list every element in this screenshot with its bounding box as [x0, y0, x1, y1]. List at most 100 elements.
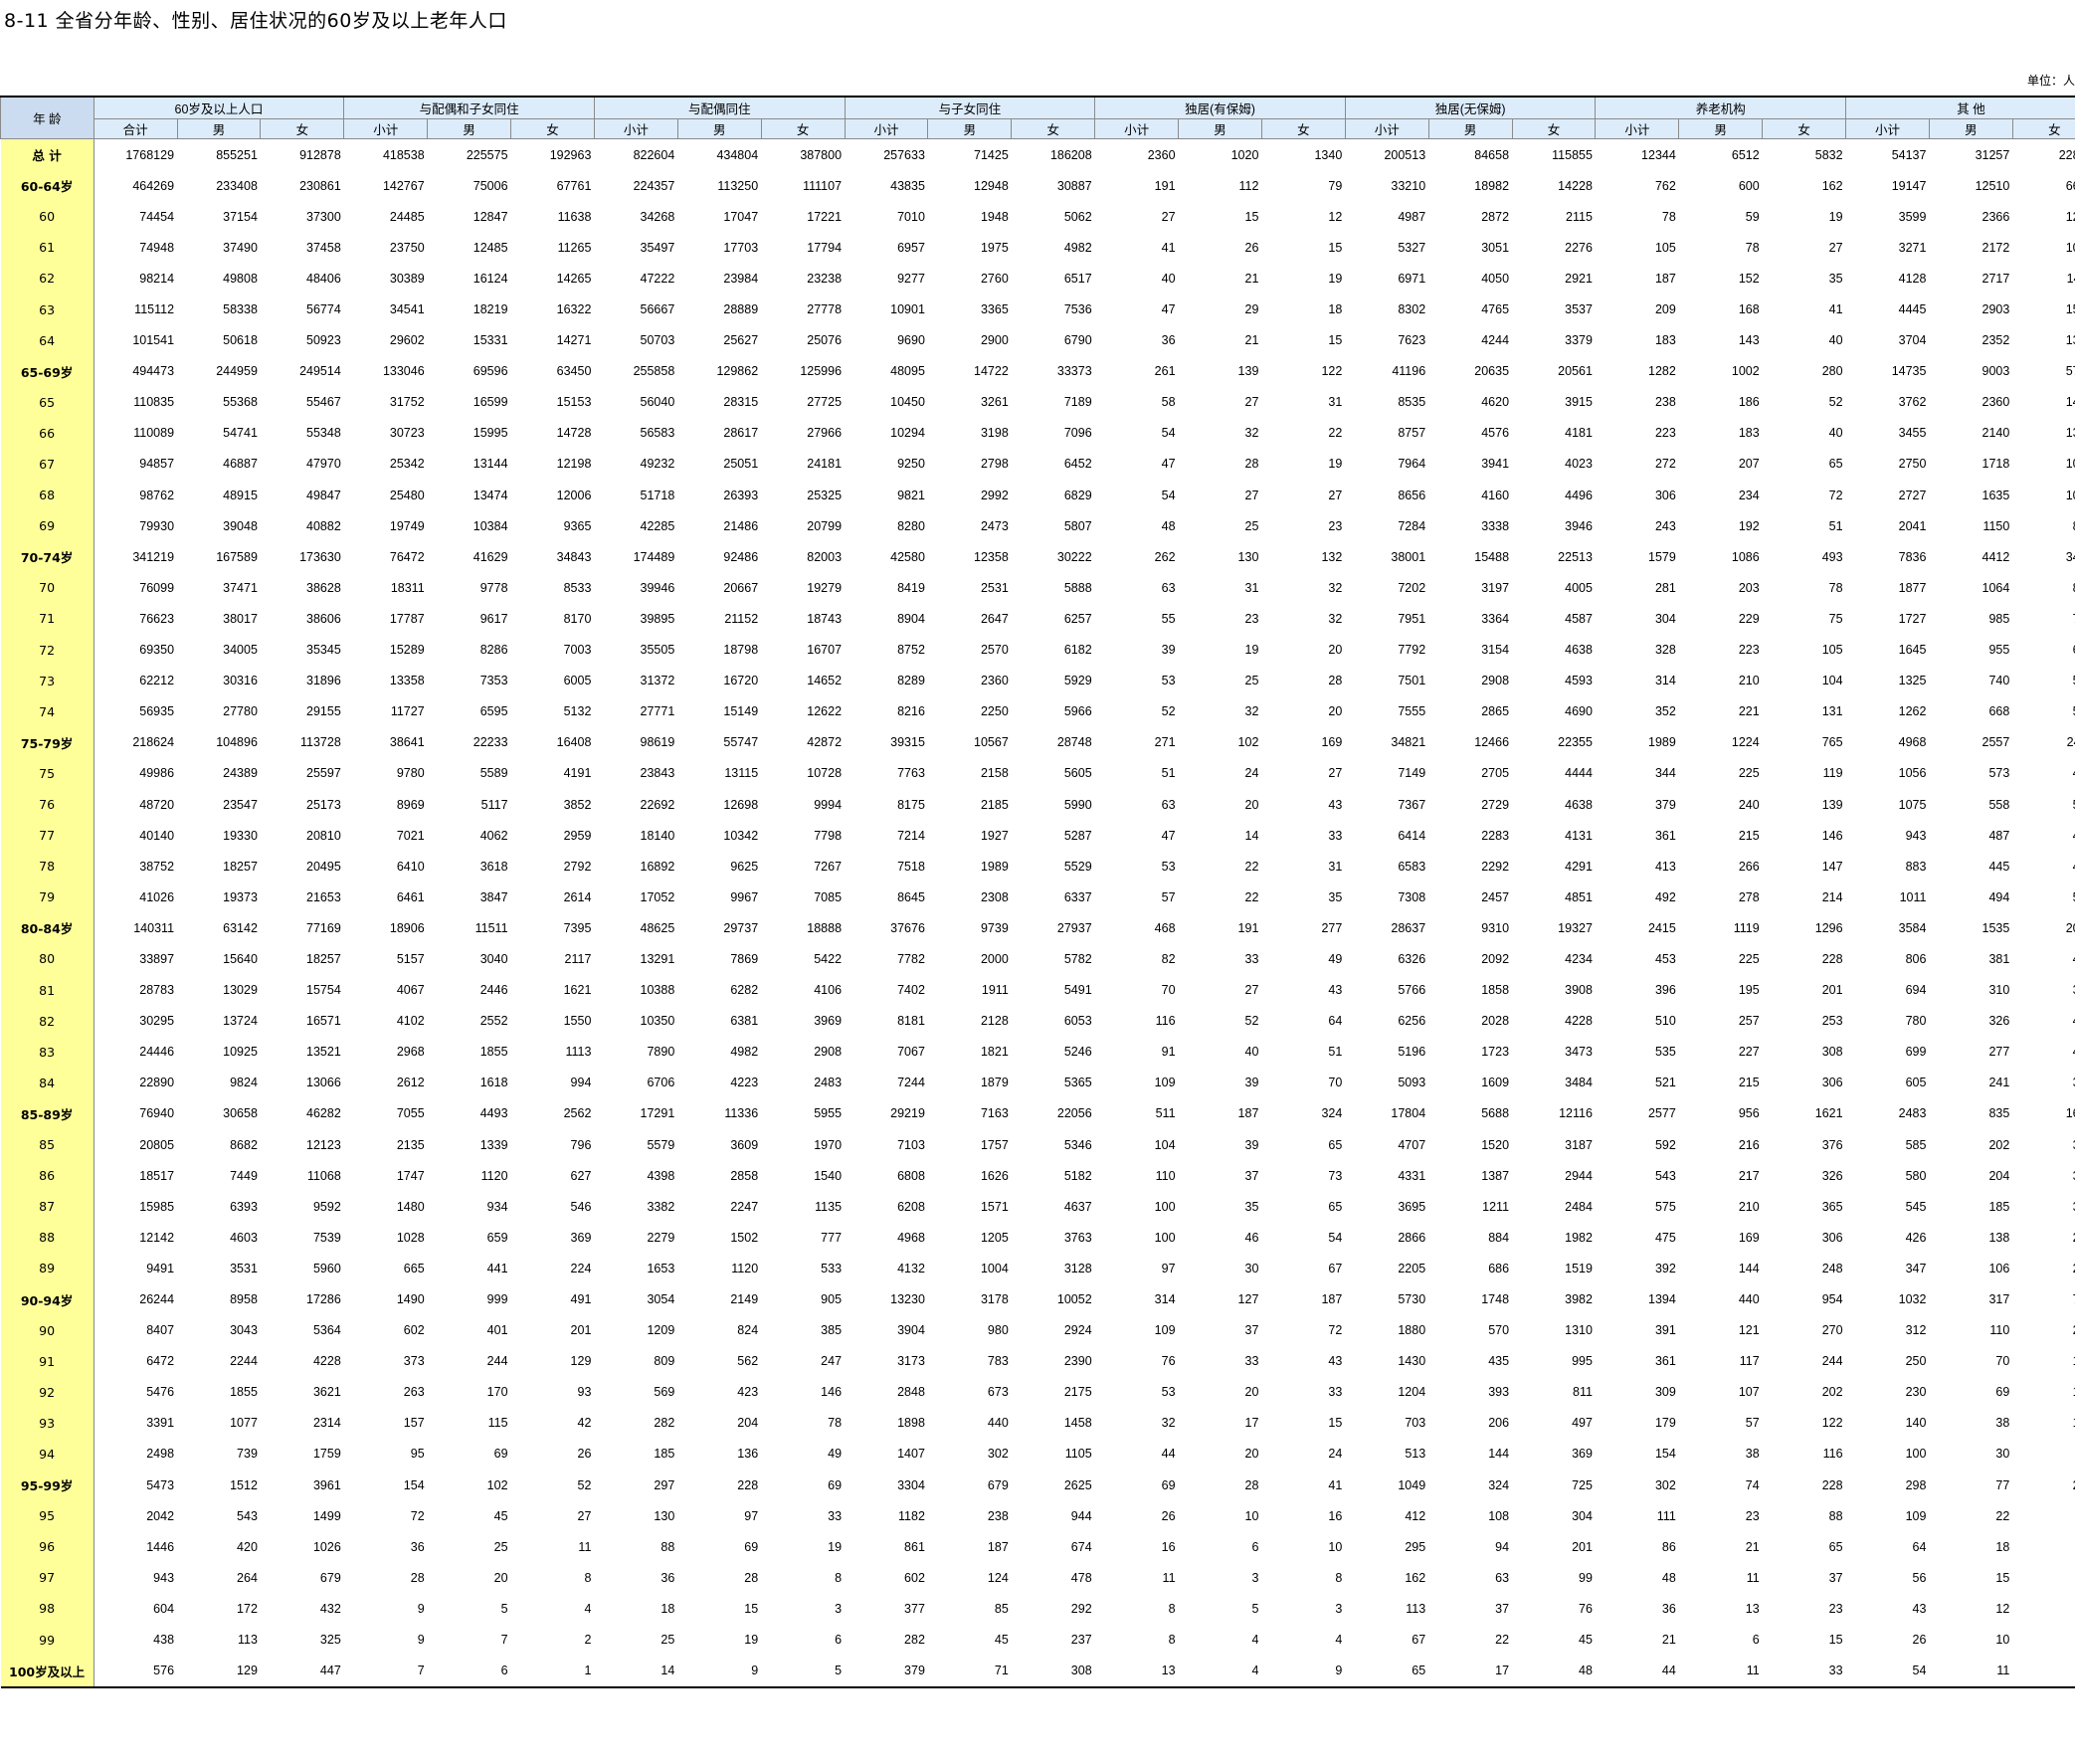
value-cell: 195 — [1738, 983, 1760, 998]
value-cell: 110 — [1989, 1323, 2010, 1338]
value-cell: 3128 — [1063, 1261, 1092, 1275]
value-cell: 34843 — [556, 549, 592, 564]
subheader-female: 女 — [260, 118, 345, 139]
value-cell: 592 — [1654, 1137, 1676, 1152]
value-cell: 2411 — [2066, 735, 2075, 750]
value-cell: 8216 — [897, 704, 925, 719]
value-cell: 37 — [1244, 1168, 1259, 1183]
value-cell: 4 — [584, 1601, 592, 1616]
value-cell: 187 — [1654, 271, 1676, 286]
value-cell: 15985 — [139, 1199, 175, 1214]
value-cell: 9 — [1261, 1655, 1346, 1688]
value-cell: 174489 — [633, 549, 675, 564]
value-cell: 306 — [1821, 1076, 1843, 1090]
age-label-cell: 68 — [0, 480, 94, 511]
value-cell: 50618 — [223, 333, 258, 348]
value-cell: 464269 — [132, 178, 175, 193]
value-cell: 3 — [1251, 1570, 1259, 1585]
value-cell: 18 — [660, 1601, 675, 1616]
value-cell: 27 — [577, 1508, 592, 1523]
value-cell: 3618 — [479, 859, 508, 874]
value-cell: 3304 — [897, 1477, 925, 1492]
value-cell: 7003 — [563, 643, 592, 658]
value-cell: 999 — [486, 1292, 508, 1307]
value-cell: 69350 — [139, 643, 175, 658]
value-cell: 884 — [1488, 1230, 1510, 1245]
value-cell: 33 — [1328, 1385, 1343, 1400]
value-cell: 26 — [1161, 1508, 1176, 1523]
value-cell: 5093 — [1398, 1076, 1426, 1090]
value-cell: 1282 — [1648, 364, 1676, 379]
value-cell: 4982 — [730, 1045, 759, 1060]
table-row: 76 48720 23547 25173 8969 5117 3852 22692 12698 9… — [0, 788, 2075, 821]
value-cell: 206 — [1488, 1416, 1510, 1431]
value-cell: 25480 — [389, 488, 425, 502]
value-cell: 13291 — [640, 951, 675, 966]
value-cell: 445 — [1988, 859, 2010, 874]
group-header-alone-without-nanny: 独居(无保姆) — [1344, 96, 1597, 119]
value-cell: 271 — [1154, 735, 1176, 750]
value-cell: 78 — [828, 1416, 843, 1431]
value-cell: 12847 — [472, 209, 508, 224]
value-cell: 46 — [2012, 1531, 2075, 1562]
value-cell: 11727 — [390, 704, 425, 719]
value-cell: 308 — [1821, 1045, 1843, 1060]
table-container[interactable]: 年 龄 60岁及以上人口 与配偶和子女同住 与配偶同住 与子女同住 独居(有保姆… — [0, 96, 2075, 1753]
value-cell: 1315 — [2065, 426, 2075, 441]
value-cell: 25076 — [807, 333, 843, 348]
value-cell: 31896 — [306, 674, 341, 688]
value-cell: 4331 — [1398, 1168, 1426, 1183]
value-cell: 42872 — [807, 735, 843, 750]
value-cell: 3364 — [1481, 611, 1510, 626]
value-cell: 18 — [1328, 302, 1343, 317]
table-row: 61 74948 37490 37458 23750 12485 11265 35497 177… — [0, 232, 2075, 264]
value-cell: 5132 — [563, 704, 592, 719]
subheader-male: 男 — [676, 118, 762, 139]
value-cell: 6326 — [1398, 951, 1426, 966]
value-cell: 10 — [1244, 1508, 1259, 1523]
value-cell: 2557 — [1981, 735, 2010, 750]
value-cell: 70 — [1328, 1076, 1343, 1090]
population-table: 年 龄 60岁及以上人口 与配偶和子女同住 与配偶同住 与子女同住 独居(有保姆… — [0, 96, 2075, 1688]
value-cell: 37676 — [890, 920, 925, 935]
age-label-cell: 78 — [0, 851, 94, 882]
value-cell: 187 — [987, 1539, 1009, 1554]
value-cell: 55368 — [223, 395, 258, 410]
value-cell: 4638 — [1565, 643, 1593, 658]
value-cell: 4638 — [1565, 797, 1593, 812]
value-cell: 5955 — [814, 1106, 843, 1121]
value-cell: 413 — [1654, 859, 1676, 874]
value-cell: 360 — [2012, 1191, 2075, 1222]
value-cell: 324 — [1488, 1477, 1510, 1492]
value-cell: 8969 — [396, 797, 425, 812]
value-cell: 6971 — [1398, 271, 1426, 286]
value-cell: 487 — [1988, 828, 2010, 843]
value-cell: 30 — [1995, 1447, 2010, 1462]
value-cell: 144 — [1488, 1447, 1510, 1462]
value-cell: 56583 — [640, 426, 675, 441]
value-cell: 12 — [1328, 209, 1343, 224]
value-cell: 2292 — [1481, 859, 1510, 874]
subheader-total: 合计 — [93, 118, 178, 139]
value-cell: 2000 — [980, 951, 1009, 966]
value-cell: 811 — [1573, 1385, 1593, 1400]
value-cell: 1948 — [980, 209, 1009, 224]
value-cell: 3537 — [1565, 302, 1593, 317]
value-cell: 396 — [1654, 983, 1676, 998]
value-cell: 314 — [1654, 674, 1676, 688]
value-cell: 740 — [1988, 674, 2010, 688]
value-cell: 7163 — [980, 1106, 1009, 1121]
value-cell: 104896 — [216, 735, 258, 750]
value-cell: 2041 — [1898, 518, 1927, 533]
value-cell: 56667 — [640, 302, 675, 317]
value-cell: 79 — [1328, 178, 1343, 193]
value-cell: 14271 — [556, 333, 592, 348]
value-cell: 1502 — [730, 1230, 759, 1245]
value-cell: 3969 — [814, 1014, 843, 1029]
value-cell: 15995 — [472, 426, 508, 441]
subheader-male: 男 — [1427, 118, 1513, 139]
value-cell: 162 — [1405, 1570, 1426, 1585]
value-cell: 365 — [1821, 1199, 1843, 1214]
value-cell: 2944 — [1565, 1168, 1593, 1183]
value-cell: 9592 — [312, 1199, 341, 1214]
